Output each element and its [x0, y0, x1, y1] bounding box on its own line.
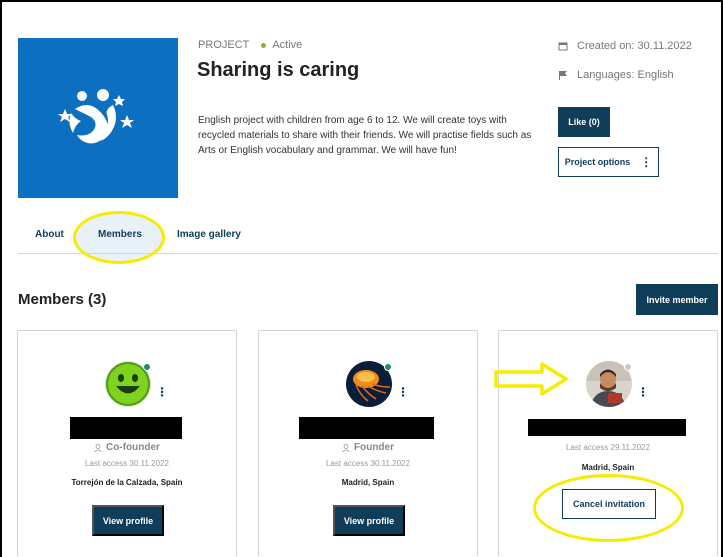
member-role-text: Co-founder: [106, 442, 160, 453]
tab-image-gallery[interactable]: Image gallery: [177, 229, 241, 240]
project-title: Sharing is caring: [197, 59, 360, 81]
kebab-menu-icon[interactable]: ⋮: [156, 385, 168, 399]
project-status: Active: [272, 39, 303, 51]
project-options-button[interactable]: Project options ⋮: [558, 147, 659, 177]
offline-status-icon: [624, 363, 632, 371]
project-logo: [18, 38, 178, 198]
created-date: Created on: 30.11.2022: [558, 40, 692, 52]
kebab-menu-icon: ⋮: [640, 155, 653, 169]
member-role: Co-founder: [18, 442, 236, 453]
status-dot-icon: [261, 42, 267, 48]
invite-member-button[interactable]: Invite member: [636, 284, 718, 315]
last-access: Last access 30.11.2022: [85, 459, 169, 468]
member-card: ⋮ Founder Last access 30.11.2022 Madrid,…: [258, 330, 478, 557]
member-role-text: Founder: [354, 442, 394, 453]
view-profile-button[interactable]: View profile: [92, 505, 164, 536]
project-type-label: PROJECT: [198, 39, 250, 51]
online-status-icon: [384, 363, 392, 371]
user-icon: [342, 443, 350, 452]
project-description: English project with children from age 6…: [198, 115, 532, 156]
languages-info: Languages: English: [558, 69, 674, 81]
redacted-name: [299, 417, 434, 439]
user-icon: [94, 443, 102, 452]
arrow-right-icon: [494, 362, 568, 396]
redacted-name: [528, 419, 686, 436]
member-role: Founder: [259, 442, 477, 453]
member-location: Madrid, Spain: [581, 463, 635, 472]
created-date-text: Created on: 30.11.2022: [577, 40, 692, 52]
last-access: Last access 30.11.2022: [326, 459, 410, 468]
kebab-menu-icon[interactable]: ⋮: [397, 385, 409, 399]
tab-members[interactable]: Members: [98, 229, 142, 240]
kebab-menu-icon[interactable]: ⋮: [637, 385, 649, 399]
redacted-name: [70, 417, 182, 439]
members-heading: Members (3): [18, 291, 107, 308]
project-options-label: Project options: [564, 157, 631, 167]
last-access: Last access 29.11.2022: [566, 443, 650, 452]
view-profile-button[interactable]: View profile: [333, 505, 405, 536]
online-status-icon: [143, 363, 151, 371]
calendar-icon: [558, 42, 568, 51]
flag-icon: [559, 71, 567, 80]
tabs-divider: [18, 253, 718, 254]
children-logo-icon: [58, 89, 134, 144]
member-card: ⋮ Co-founder Last access 30.11.2022 Torr…: [17, 330, 237, 557]
languages-text: Languages: English: [577, 69, 674, 81]
like-button[interactable]: Like (0): [558, 107, 610, 137]
member-location: Madrid, Spain: [341, 478, 395, 487]
tab-about[interactable]: About: [35, 229, 64, 240]
project-meta: PROJECT Active: [198, 39, 302, 51]
cancel-invitation-highlight: [533, 474, 684, 542]
member-location: Torrejón de la Calzada, Spain: [71, 478, 183, 487]
